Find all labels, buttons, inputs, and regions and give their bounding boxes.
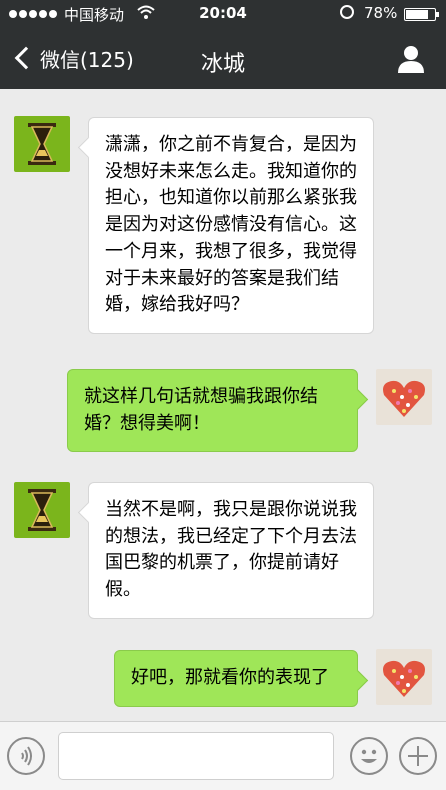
status-bar: 中国移动 20:04 78%	[0, 0, 446, 28]
voice-icon[interactable]	[7, 737, 45, 775]
message-bubble-outgoing[interactable]: 好吧，那就看你的表现了	[114, 650, 358, 707]
battery-percentage: 78%	[364, 4, 398, 22]
heart-avatar[interactable]	[376, 649, 432, 705]
person-icon[interactable]	[396, 44, 426, 74]
chat-title: 冰城	[200, 52, 245, 77]
top-header: 中国移动 20:04 78% 微信(125) 冰城	[0, 0, 446, 89]
message-bubble-incoming[interactable]: 当然不是啊，我只是跟你说说我的想法，我已经定了下个月去法国巴黎的机票了，你提前请…	[88, 482, 374, 619]
message-bubble-outgoing[interactable]: 就这样几句话就想骗我跟你结婚？想得美啊！	[67, 369, 358, 453]
plus-icon[interactable]	[399, 737, 437, 775]
hourglass-avatar[interactable]	[14, 116, 70, 172]
heart-avatar[interactable]	[376, 369, 432, 425]
message-bubble-incoming[interactable]: 潇潇，你之前不肯复合，是因为没想好未来怎么走。我知道你的担心，也知道你以前那么紧…	[88, 117, 374, 334]
emoji-icon[interactable]	[350, 737, 388, 775]
nav-bar: 微信(125) 冰城	[0, 28, 446, 89]
message-input[interactable]	[58, 732, 334, 780]
rotation-lock-icon	[340, 5, 354, 19]
battery-icon	[404, 8, 439, 21]
input-bar	[0, 721, 446, 790]
hourglass-avatar[interactable]	[14, 482, 70, 538]
